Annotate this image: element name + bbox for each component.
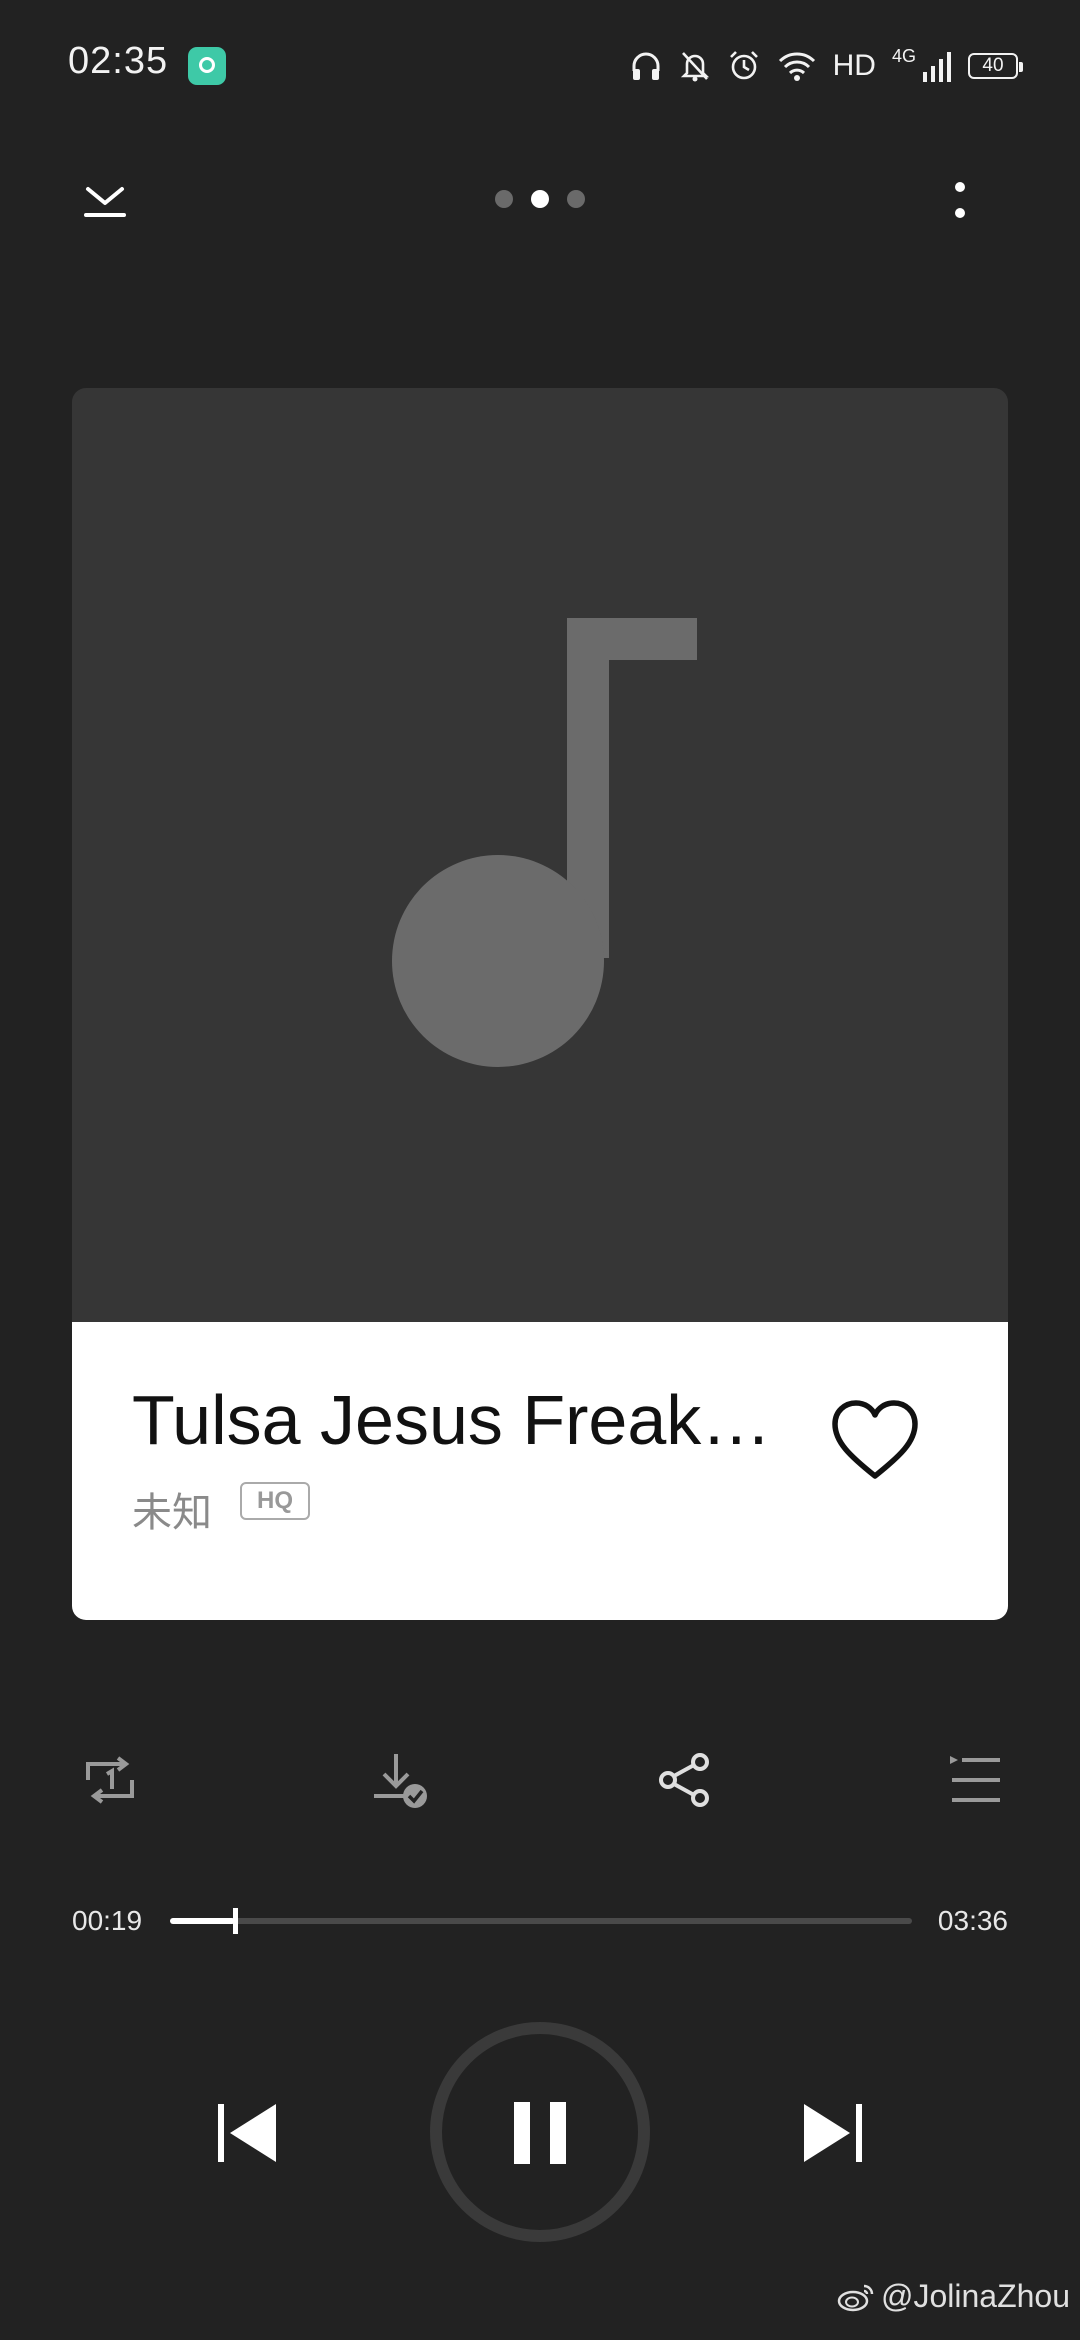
wifi-icon [778, 52, 815, 81]
music-app-icon [188, 47, 226, 85]
progress-slider[interactable] [170, 1908, 912, 1934]
battery-level: 40 [982, 55, 1004, 76]
quality-badge[interactable]: HQ [240, 1482, 310, 1520]
share-icon[interactable] [654, 1750, 714, 1810]
page-dot[interactable] [567, 190, 585, 208]
music-note-icon [392, 618, 697, 1067]
battery-icon: 40 [968, 53, 1023, 79]
heart-outline-icon[interactable] [830, 1398, 920, 1482]
alarm-icon [729, 51, 758, 80]
progress-thumb[interactable] [233, 1908, 239, 1934]
weibo-icon [837, 2284, 874, 2311]
song-title: Tulsa Jesus Freak… [132, 1381, 772, 1459]
repeat-one-icon[interactable] [80, 1750, 140, 1810]
status-time: 02:35 [68, 40, 169, 82]
progress-fill [170, 1918, 236, 1924]
skip-previous-icon[interactable] [212, 2098, 282, 2168]
headphones-icon [632, 52, 660, 80]
pause-icon[interactable] [510, 2102, 570, 2164]
song-info-card: Tulsa Jesus Freak… 未知 HQ [72, 1322, 1008, 1620]
elapsed-time: 00:19 [72, 1905, 143, 1936]
signal-icon [923, 52, 951, 82]
music-player-screen: 02:35 HD 4G 40 Tulsa Jesus Freak… 未知 HQ … [0, 0, 1080, 2340]
downloaded-icon[interactable] [370, 1750, 430, 1810]
status-icons: HD 4G 40 [629, 44, 1023, 88]
more-vertical-icon[interactable] [940, 175, 980, 225]
page-dot[interactable] [495, 190, 513, 208]
skip-next-icon[interactable] [798, 2098, 868, 2168]
playlist-icon[interactable] [946, 1750, 1006, 1810]
artist-name[interactable]: 未知 [132, 1480, 212, 1538]
mute-bell-icon [680, 52, 709, 82]
watermark-text: @JolinaZhou [880, 2278, 1070, 2314]
total-time: 03:36 [937, 1905, 1008, 1936]
network-label: 4G [891, 45, 916, 66]
watermark: @JolinaZhou [837, 2278, 1070, 2315]
page-indicator [0, 190, 1080, 208]
page-dot-active[interactable] [531, 190, 549, 208]
album-cover[interactable] [72, 388, 1008, 1322]
status-bar: 02:35 HD 4G 40 [0, 0, 1080, 130]
hd-label: HD [832, 49, 876, 82]
